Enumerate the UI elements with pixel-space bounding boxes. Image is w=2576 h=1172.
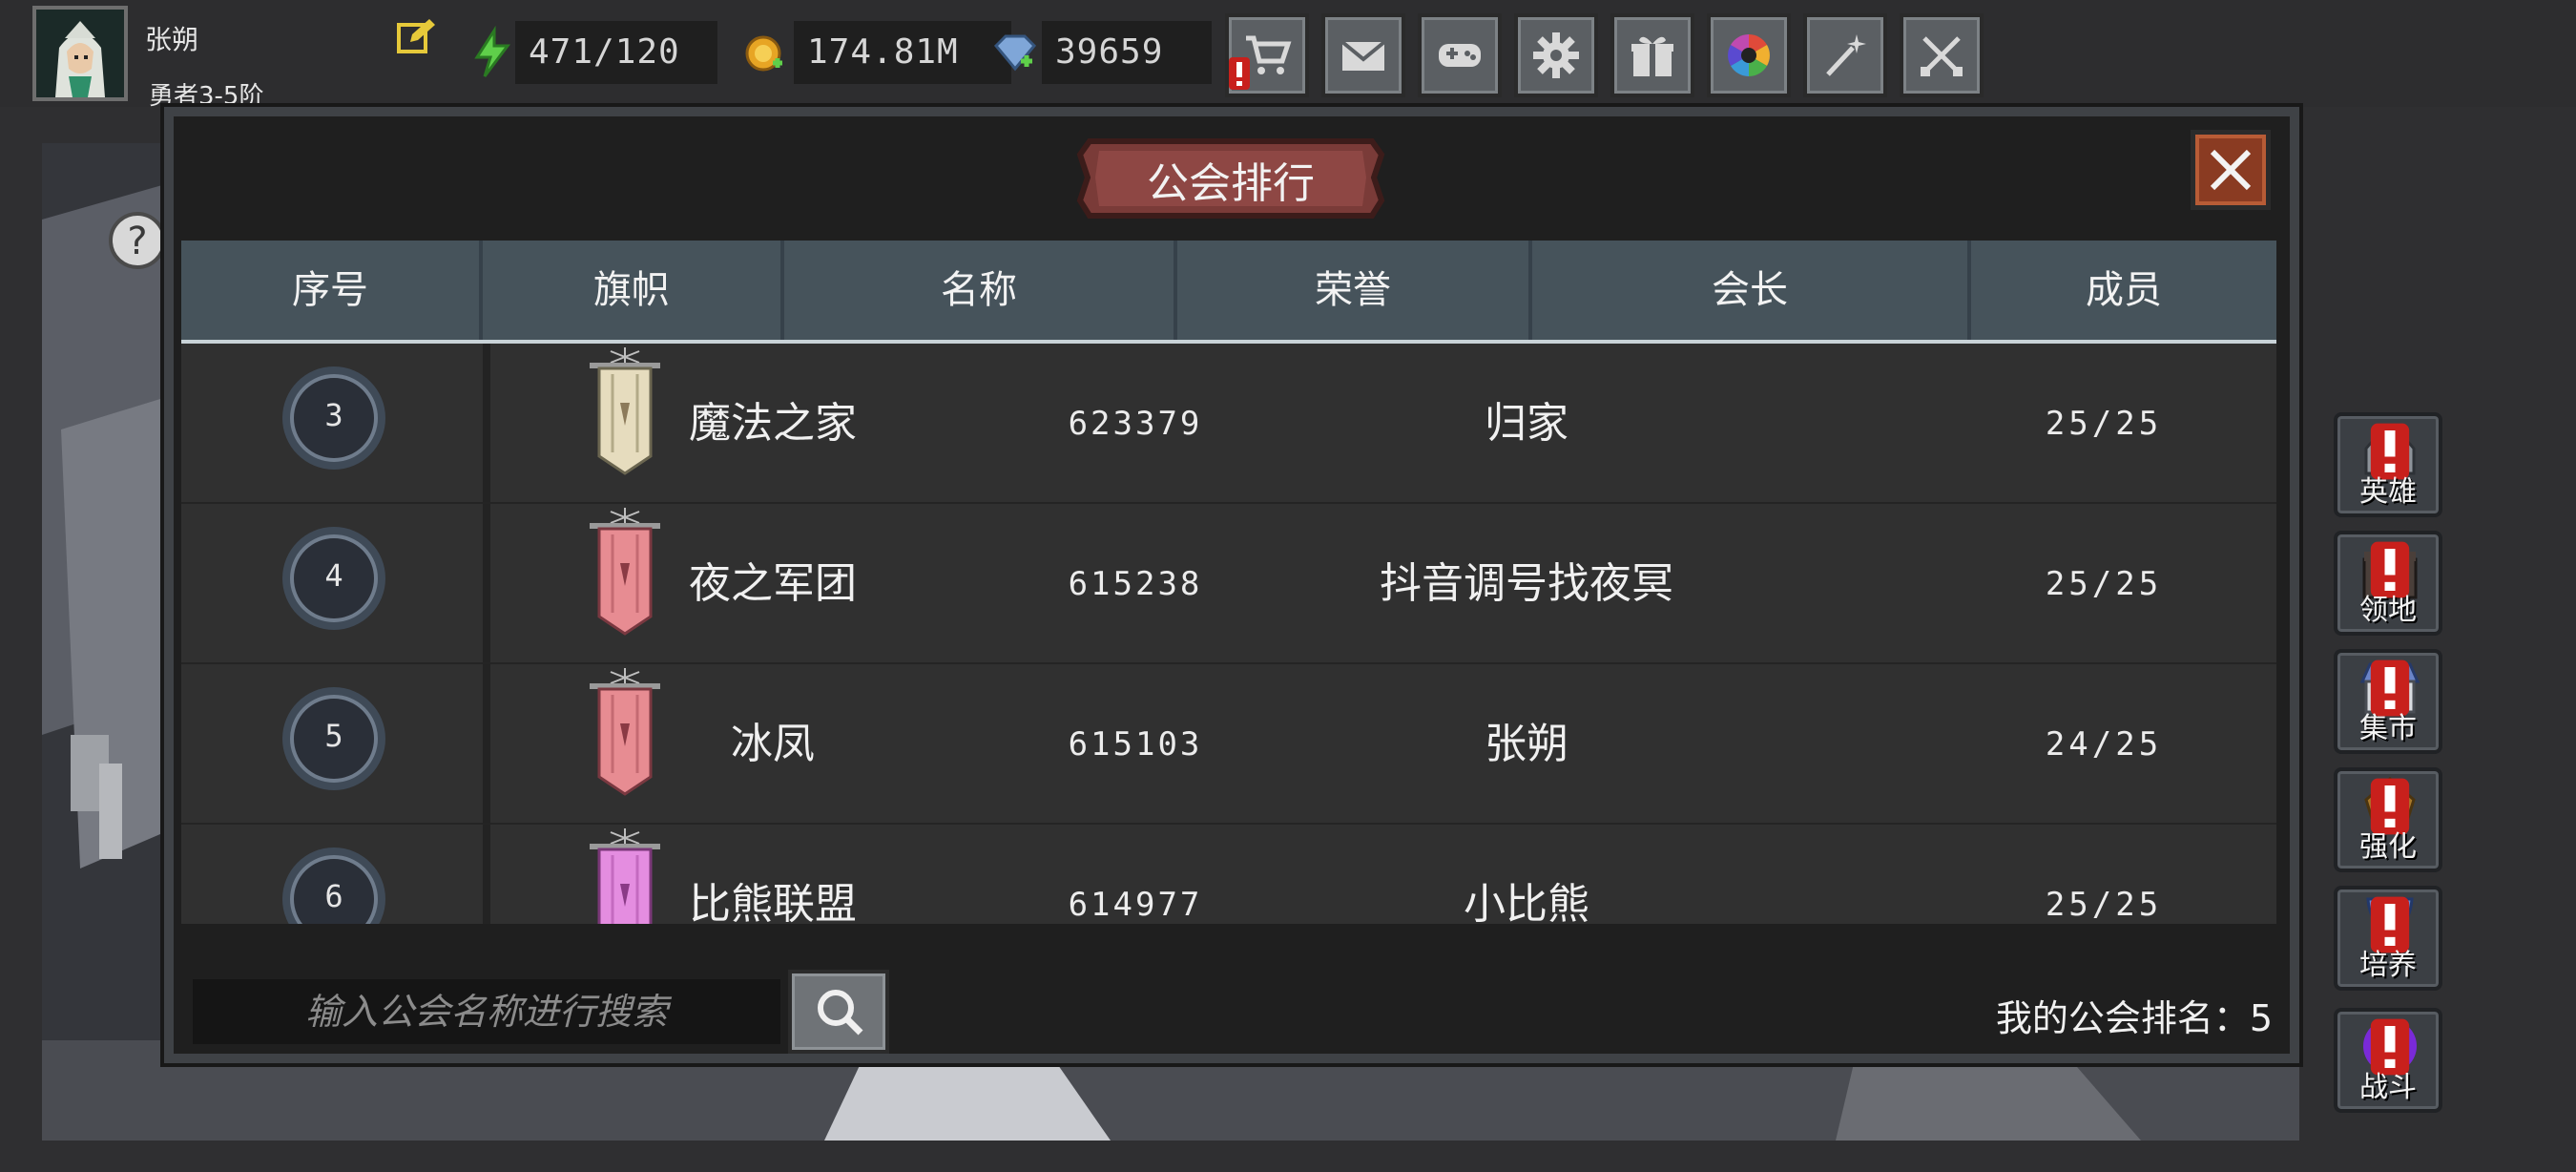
gamepad-icon [1439, 44, 1481, 67]
shop-button[interactable] [1225, 13, 1309, 97]
guild-ranking-list[interactable]: 3 魔法之家 623379 归家 25/25 4 夜之军团 615238 抖音调… [181, 344, 2276, 924]
guild-leader: 归家 [1485, 399, 1568, 448]
search-icon [818, 990, 863, 1036]
guild-members: 24/25 [2045, 725, 2163, 764]
color-wheel-button[interactable] [1707, 13, 1791, 97]
guild-leader: 抖音调号找夜冥 [1380, 559, 1673, 608]
table-row[interactable]: 4 夜之军团 615238 抖音调号找夜冥 25/25 [181, 504, 2276, 664]
guild-name: 比熊联盟 [689, 880, 857, 924]
side-menu-cultivate[interactable]: 培养 [2334, 886, 2442, 991]
column-header-leader: 会长 [1532, 241, 1971, 340]
diamond-value: 39659 [1042, 21, 1212, 84]
crossed-swords-icon [1921, 36, 1963, 76]
edit-name-icon[interactable] [395, 15, 437, 57]
help-button[interactable]: ? [107, 210, 168, 271]
column-header-banner: 旗帜 [483, 241, 784, 340]
guild-leader: 小比熊 [1464, 880, 1589, 924]
side-menu-enhance[interactable]: 强化 [2334, 767, 2442, 872]
gift-button[interactable] [1610, 13, 1694, 97]
guild-honor: 614977 [1068, 886, 1203, 924]
mail-button[interactable] [1321, 13, 1405, 97]
svg-text:?: ? [127, 220, 147, 263]
energy-icon [466, 25, 519, 80]
guild-leader: 张朔 [1485, 720, 1568, 768]
guild-search-input[interactable] [193, 979, 780, 1044]
table-row[interactable]: 3 魔法之家 623379 归家 25/25 [181, 344, 2276, 504]
settings-button[interactable] [1514, 13, 1598, 97]
gamepad-button[interactable] [1418, 13, 1502, 97]
alert-icon [1229, 57, 1250, 90]
my-guild-rank: 我的公会排名：5 [1995, 997, 2273, 1039]
search-button[interactable] [788, 970, 889, 1054]
rank-number: 4 [324, 557, 343, 594]
side-menu-label: 培养 [2359, 949, 2417, 982]
guild-honor: 615238 [1068, 565, 1203, 603]
wand-button[interactable] [1803, 13, 1887, 97]
side-menu-territory[interactable]: 领地 [2334, 531, 2442, 636]
player-name: 张朔 [145, 24, 199, 55]
column-header-index: 序号 [181, 241, 483, 340]
side-menu-label: 英雄 [2359, 475, 2417, 509]
rank-number: 6 [324, 878, 343, 914]
side-menu-label: 领地 [2359, 594, 2417, 627]
side-menu-label: 集市 [2359, 712, 2417, 745]
column-header-members: 成员 [2086, 268, 2162, 312]
guild-members: 25/25 [2045, 886, 2163, 924]
settings-gear-icon [1533, 32, 1579, 78]
guild-honor: 623379 [1068, 405, 1203, 443]
side-menu-battle[interactable]: 战斗 [2334, 1008, 2442, 1113]
diamond-icon [988, 25, 1042, 80]
gold-coin-icon [740, 25, 794, 80]
column-divider [483, 504, 490, 662]
guild-name: 魔法之家 [689, 399, 857, 448]
side-menu-label: 战斗 [2359, 1071, 2417, 1104]
table-header: 序号 旗帜 名称 荣誉 会长 成员 [181, 241, 2276, 344]
rank-number: 5 [324, 718, 343, 754]
guild-members: 25/25 [2045, 565, 2163, 603]
battle-swords-button[interactable] [1900, 13, 1984, 97]
column-divider [483, 344, 490, 502]
side-menu-hero[interactable]: 英雄 [2334, 412, 2442, 517]
energy-value: 471/120 [515, 21, 717, 84]
guild-name: 夜之军团 [689, 559, 857, 608]
help-question-icon: ? [109, 212, 166, 269]
mail-icon [1340, 40, 1386, 71]
wand-sparkle-icon [1826, 34, 1866, 76]
gift-icon [1631, 36, 1673, 76]
color-wheel-icon [1728, 34, 1770, 76]
player-avatar[interactable] [32, 6, 128, 101]
column-divider [483, 825, 490, 924]
side-menu-market[interactable]: 集市 [2334, 649, 2442, 754]
gold-value: 174.81M [794, 21, 1011, 84]
column-divider [483, 664, 490, 823]
avatar-portrait [36, 10, 124, 97]
guild-members: 25/25 [2045, 405, 2163, 443]
dialog-title: 公会排行 [1147, 159, 1315, 208]
guild-name: 冰凤 [731, 720, 815, 768]
side-menu-label: 强化 [2359, 830, 2417, 864]
column-header-honor: 荣誉 [1177, 241, 1532, 340]
rank-number: 3 [324, 397, 343, 433]
table-row[interactable]: 5 冰凤 615103 张朔 24/25 [181, 664, 2276, 825]
column-header-name: 名称 [784, 241, 1177, 340]
close-button[interactable] [2191, 130, 2271, 210]
close-icon [2210, 149, 2252, 191]
guild-honor: 615103 [1068, 725, 1203, 764]
table-row[interactable]: 6 比熊联盟 614977 小比熊 25/25 [181, 825, 2276, 924]
